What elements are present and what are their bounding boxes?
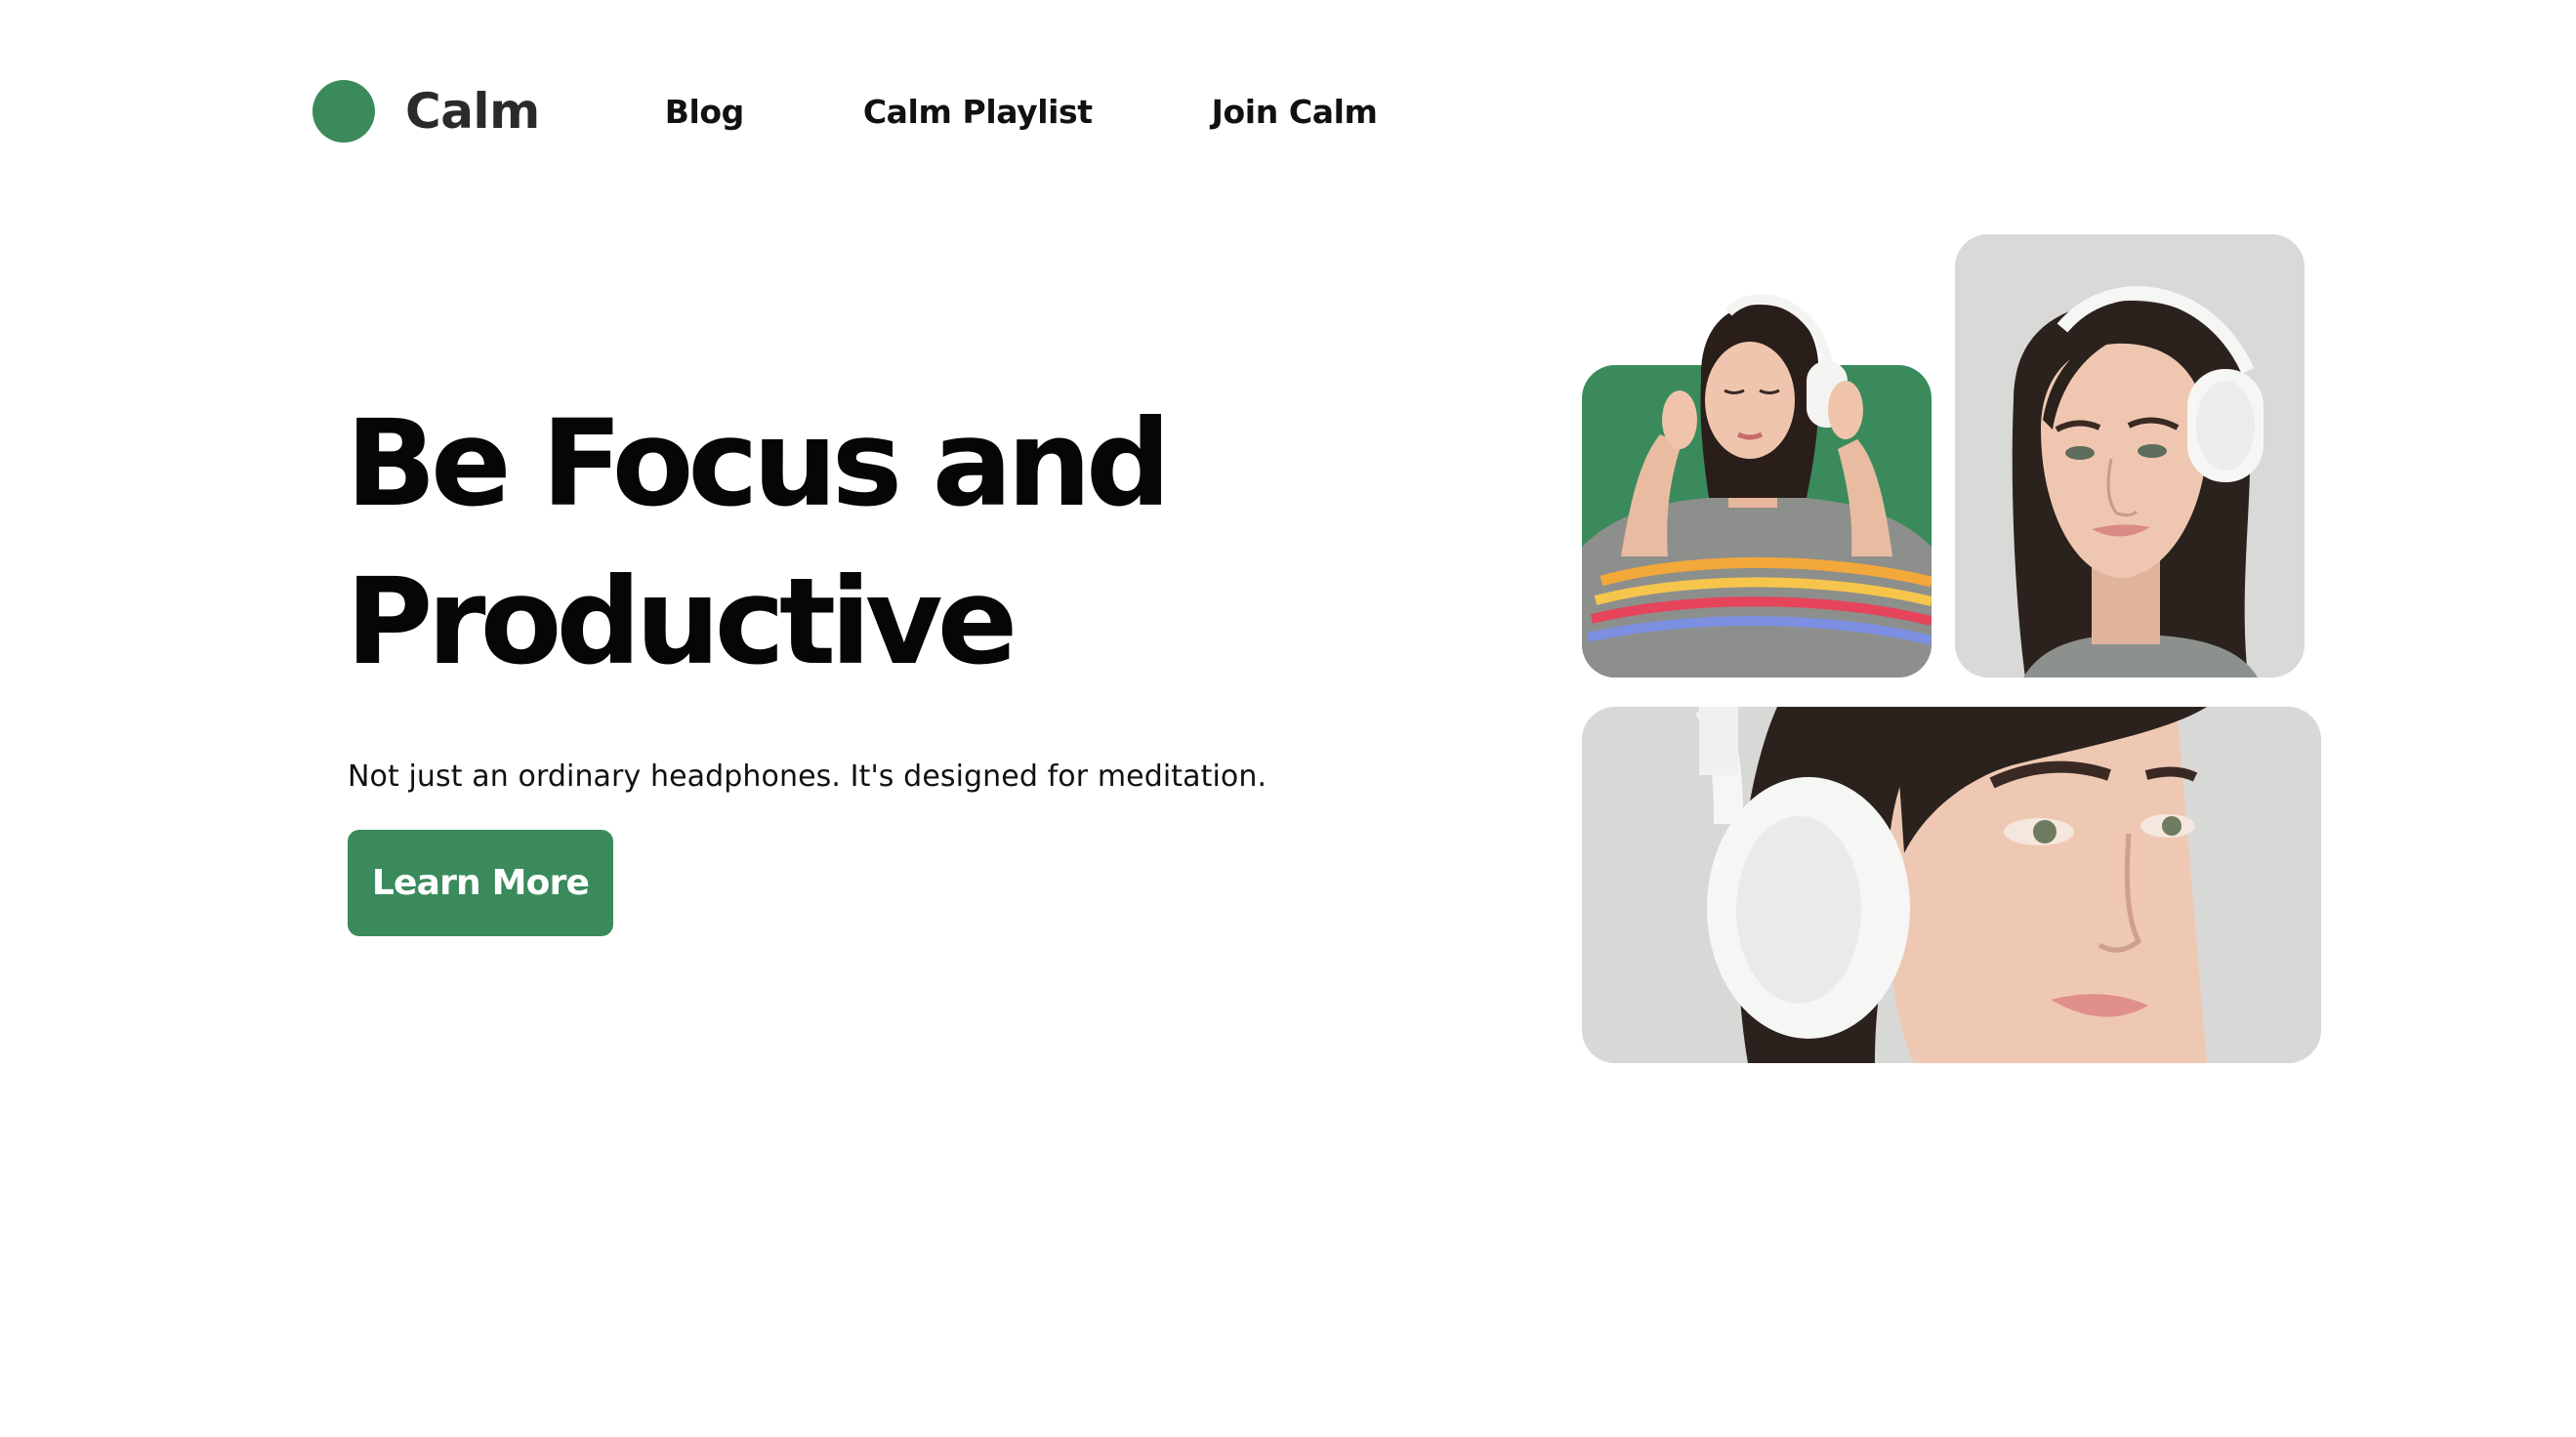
top-navbar: Calm Blog Calm Playlist Join Calm xyxy=(312,76,1378,146)
hero-title: Be Focus and Productive xyxy=(346,385,1469,701)
headphones-woman-illustration-2 xyxy=(1955,234,2305,677)
nav-link-blog[interactable]: Blog xyxy=(665,93,745,131)
nav-link-join-calm[interactable]: Join Calm xyxy=(1212,93,1378,131)
brand-name: Calm xyxy=(405,83,540,140)
hero-section: Be Focus and Productive Not just an ordi… xyxy=(346,385,1469,936)
nav-links: Blog Calm Playlist Join Calm xyxy=(665,93,1378,131)
woman-adjusting-headphones-photo xyxy=(1582,234,1932,677)
headphones-woman-illustration-3 xyxy=(1582,707,2321,1063)
landing-page: Calm Blog Calm Playlist Join Calm Be Foc… xyxy=(0,0,2576,1437)
hero-title-line-2: Productive xyxy=(346,553,1018,691)
woman-with-headphones-portrait-photo xyxy=(1955,234,2305,677)
hero-title-line-1: Be Focus and xyxy=(346,394,1171,533)
circle-logo-icon xyxy=(312,80,375,143)
learn-more-button[interactable]: Learn More xyxy=(348,830,613,936)
brand-logo-link[interactable]: Calm xyxy=(312,80,540,143)
nav-link-calm-playlist[interactable]: Calm Playlist xyxy=(863,93,1093,131)
hero-subtitle: Not just an ordinary headphones. It's de… xyxy=(348,760,1267,794)
woman-with-headphones-closeup-photo xyxy=(1582,707,2321,1063)
headphones-woman-illustration-1 xyxy=(1582,294,1932,677)
